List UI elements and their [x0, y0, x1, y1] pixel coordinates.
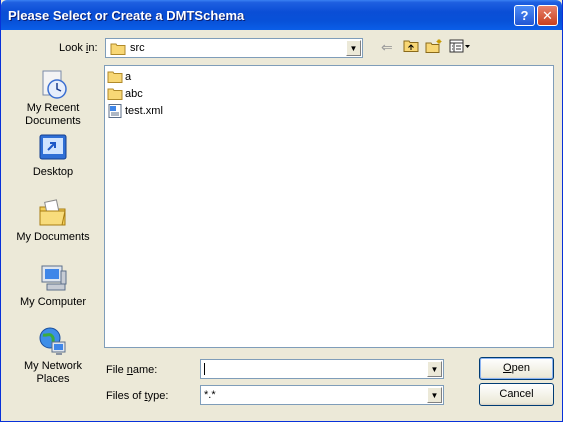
open-button[interactable]: Open [479, 357, 554, 380]
view-menu-icon[interactable] [449, 39, 471, 56]
folder-icon [107, 87, 123, 101]
chevron-down-icon[interactable]: ▼ [427, 387, 442, 403]
place-label: My Computer [19, 296, 87, 308]
place-desktop[interactable]: Desktop [7, 132, 99, 179]
places-bar: My Recent Documents Desktop My Documents… [7, 64, 99, 390]
place-label: My Documents [16, 231, 90, 243]
close-button[interactable]: ✕ [537, 5, 558, 26]
place-my-documents[interactable]: My Documents [7, 197, 99, 244]
help-button[interactable]: ? [514, 5, 535, 26]
up-folder-icon[interactable] [403, 39, 419, 56]
window-title: Please Select or Create a DMTSchema [8, 8, 245, 23]
xml-file-icon [107, 104, 123, 118]
title-bar[interactable]: Please Select or Create a DMTSchema ? ✕ [1, 0, 562, 30]
place-my-recent-documents[interactable]: My Recent Documents [7, 68, 99, 128]
new-folder-icon[interactable] [425, 39, 443, 56]
place-label: My Recent Documents [25, 102, 81, 127]
recent-documents-icon [36, 68, 70, 100]
files-of-type-value: *.* [204, 389, 216, 401]
help-icon: ? [520, 8, 529, 23]
my-computer-icon [36, 262, 70, 294]
file-name: a [125, 71, 132, 83]
place-my-computer[interactable]: My Computer [7, 262, 99, 309]
file-list[interactable]: a abc test.xml [104, 65, 554, 348]
place-my-network-places[interactable]: My Network Places [7, 326, 99, 386]
look-in-label: Look in: [59, 42, 98, 54]
file-name: abc [125, 88, 143, 100]
dialog-window: Please Select or Create a DMTSchema ? ✕ … [0, 0, 563, 422]
place-label: My Network Places [23, 360, 83, 385]
file-name-input[interactable]: ▼ [200, 359, 444, 379]
network-places-icon [36, 326, 70, 358]
look-in-value: src [130, 42, 145, 54]
files-of-type-label: Files of type: [106, 390, 169, 402]
files-of-type-select[interactable]: *.* ▼ [200, 385, 444, 405]
look-in-combo[interactable]: src ▼ [105, 38, 363, 58]
text-caret [204, 363, 205, 375]
desktop-icon [36, 132, 70, 164]
list-item-folder-abc[interactable]: abc [107, 86, 143, 102]
back-icon[interactable]: ⇐ [381, 39, 393, 55]
folder-icon [110, 42, 126, 55]
file-name: test.xml [125, 105, 163, 117]
file-name-label: File name: [106, 364, 158, 376]
chevron-down-icon[interactable]: ▼ [427, 361, 442, 377]
my-documents-icon [36, 197, 70, 229]
close-icon: ✕ [542, 8, 553, 23]
folder-icon [107, 70, 123, 84]
chevron-down-icon[interactable]: ▼ [346, 40, 361, 56]
list-item-file-test-xml[interactable]: test.xml [107, 103, 163, 119]
list-item-folder-a[interactable]: a [107, 69, 131, 85]
place-label: Desktop [32, 166, 74, 178]
cancel-button[interactable]: Cancel [479, 383, 554, 406]
